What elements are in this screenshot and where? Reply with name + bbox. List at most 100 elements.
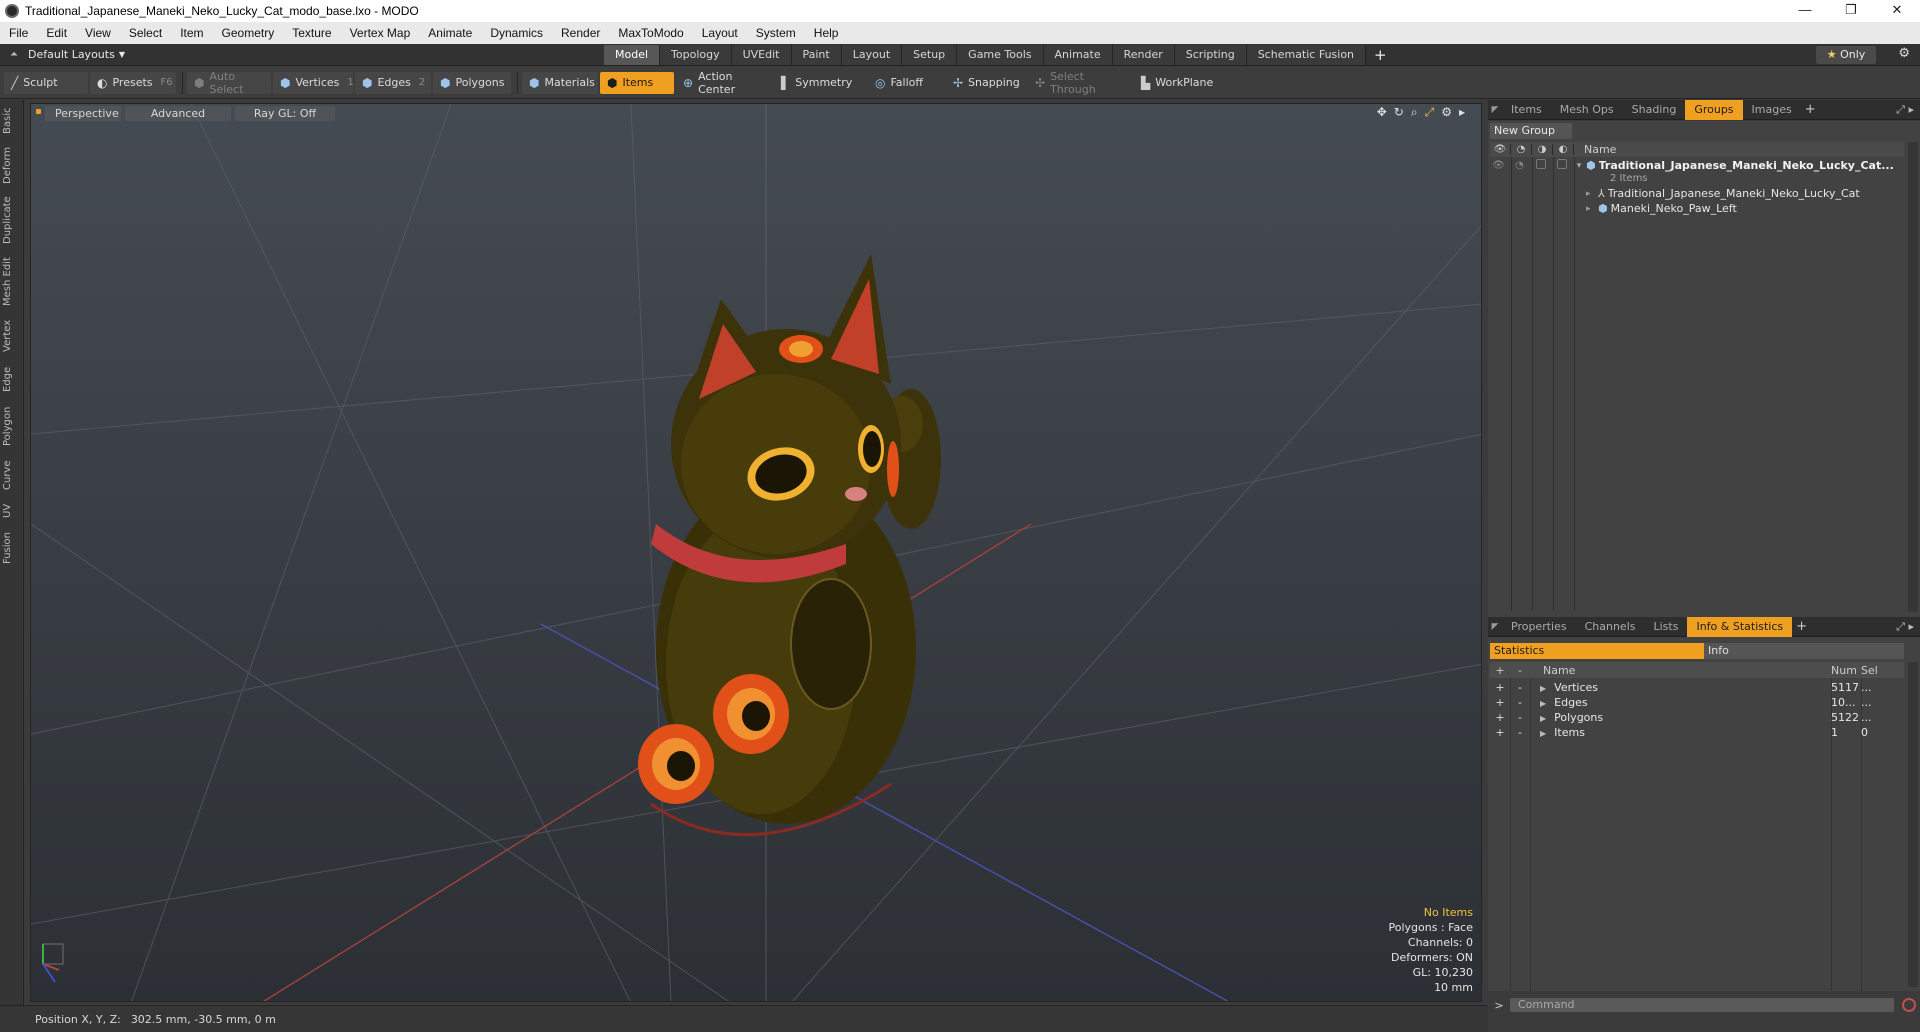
tab-groups[interactable]: Groups (1685, 99, 1743, 120)
menu-file[interactable]: File (0, 26, 37, 40)
polygons-button[interactable]: ⬢ Polygons (433, 71, 511, 94)
add-icon[interactable]: + (1490, 696, 1510, 709)
select-checkbox[interactable] (1551, 159, 1572, 172)
vtab-fusion[interactable]: Fusion (2, 528, 22, 568)
close-button[interactable]: ✕ (1874, 0, 1920, 22)
remove-icon[interactable]: - (1510, 696, 1530, 709)
fit-view-icon[interactable]: ⤢ (1425, 105, 1435, 120)
subtab-info[interactable]: Info (1704, 643, 1904, 659)
vtab-uv[interactable]: UV (2, 500, 22, 522)
expand-arrow-icon[interactable]: ▶ (1540, 729, 1546, 738)
add-icon[interactable]: + (1490, 681, 1510, 694)
group-child-row[interactable]: ▸ ⅄ Traditional_Japanese_Maneki_Neko_Luc… (1488, 187, 1902, 200)
add-tab-icon[interactable]: + (1792, 617, 1811, 637)
expand-panel-icon[interactable]: ⤢ ▸ (1896, 103, 1914, 117)
menu-select[interactable]: Select (120, 26, 171, 40)
falloff-button[interactable]: ◎ Falloff (868, 72, 944, 94)
stat-row-vertices[interactable]: + - ▶ Vertices 5117 ... (1490, 680, 1904, 695)
vtab-duplicate[interactable]: Duplicate (2, 192, 22, 248)
menu-system[interactable]: System (747, 26, 805, 40)
menu-layout[interactable]: Layout (693, 26, 747, 40)
add-tab-icon[interactable]: + (1801, 100, 1820, 120)
action-center-button[interactable]: ⊕ Action Center (676, 70, 772, 96)
subtab-statistics[interactable]: Statistics (1490, 643, 1704, 659)
maneki-neko-model[interactable] (638, 254, 941, 837)
remove-icon[interactable]: - (1510, 711, 1530, 724)
vtab-deform[interactable]: Deform (2, 144, 22, 186)
tab-mesh-ops[interactable]: Mesh Ops (1551, 100, 1623, 120)
stat-row-polygons[interactable]: + - ▶ Polygons 5122 ... (1490, 710, 1904, 725)
auto-select-button[interactable]: ⬢ Auto Select (187, 70, 271, 96)
raygl-toggle[interactable]: Ray GL: Off (235, 105, 335, 121)
symmetry-button[interactable]: ▌ Symmetry (774, 72, 866, 94)
tab-layout[interactable]: Layout (841, 45, 903, 65)
menu-vertex-map[interactable]: Vertex Map (341, 26, 420, 40)
statistics-scrollbar[interactable] (1908, 662, 1918, 987)
vtab-edge[interactable]: Edge (2, 362, 22, 396)
expand-arrow-icon[interactable]: ▶ (1540, 714, 1546, 723)
expand-arrow-icon[interactable]: ▶ (1540, 699, 1546, 708)
group-row[interactable]: 👁 ◔ ▾ ⬢ Traditional_Japanese_Maneki_Neko… (1488, 159, 1902, 172)
tab-model[interactable]: Model (604, 45, 661, 65)
add-icon[interactable]: + (1490, 711, 1510, 724)
tab-images[interactable]: Images (1743, 100, 1801, 120)
vtab-curve[interactable]: Curve (2, 456, 22, 494)
workplane-button[interactable]: ▙ WorkPlane (1134, 72, 1218, 94)
tab-render[interactable]: Render (1112, 45, 1175, 65)
gear-icon[interactable]: ⚙ (1898, 46, 1910, 61)
pin-icon[interactable]: ◤ (1488, 105, 1502, 115)
tab-shading[interactable]: Shading (1623, 100, 1686, 120)
tab-items[interactable]: Items (1502, 100, 1551, 120)
vtab-mesh-edit[interactable]: Mesh Edit (2, 254, 22, 310)
menu-view[interactable]: View (76, 26, 120, 40)
menu-animate[interactable]: Animate (419, 26, 481, 40)
maximize-button[interactable]: ❐ (1828, 0, 1874, 22)
presets-button[interactable]: ◐ Presets F6 (90, 71, 176, 94)
tab-game-tools[interactable]: Game Tools (957, 45, 1044, 65)
tab-lists[interactable]: Lists (1645, 617, 1688, 637)
command-history-icon[interactable] (1902, 998, 1916, 1012)
tab-topology[interactable]: Topology (660, 45, 732, 65)
remove-icon[interactable]: - (1510, 681, 1530, 694)
expand-panel-icon[interactable]: ⤢ ▸ (1896, 620, 1914, 634)
stat-row-edges[interactable]: + - ▶ Edges 10... ... (1490, 695, 1904, 710)
vtab-basic[interactable]: Basic (2, 104, 22, 138)
menu-maxtomodo[interactable]: MaxToModo (609, 26, 692, 40)
group-child-row[interactable]: ▸ ⬢ Maneki_Neko_Paw_Left (1488, 202, 1902, 215)
pin-icon[interactable]: ◤ (1488, 622, 1502, 632)
viewport-settings-icon[interactable]: ⚙ (1441, 105, 1452, 120)
viewport-menu-arrow-icon[interactable]: ▸ (1459, 105, 1465, 120)
view-mode-dropdown[interactable]: Perspective (45, 105, 121, 121)
pan-icon[interactable]: ✥ (1377, 105, 1387, 120)
3d-viewport[interactable]: Perspective Advanced Ray GL: Off ✥ ↻ ⌕ ⤢… (30, 103, 1482, 1002)
render-icon[interactable]: ◔ (1509, 160, 1530, 171)
tab-scripting[interactable]: Scripting (1174, 45, 1247, 65)
layout-dropdown[interactable]: ⏶ Default Layouts ▼ (0, 48, 125, 61)
menu-item[interactable]: Item (171, 26, 212, 40)
tab-properties[interactable]: Properties (1502, 617, 1576, 637)
edges-button[interactable]: ⬢ Edges 2 (355, 71, 431, 94)
menu-help[interactable]: Help (805, 26, 848, 40)
menu-edit[interactable]: Edit (37, 26, 76, 40)
menu-dynamics[interactable]: Dynamics (481, 26, 552, 40)
vertices-button[interactable]: ⬢ Vertices 1 (273, 71, 354, 94)
shading-mode-dropdown[interactable]: Advanced (125, 105, 231, 121)
tab-paint[interactable]: Paint (791, 45, 842, 65)
zoom-icon[interactable]: ⌕ (1411, 105, 1418, 120)
expand-arrow-icon[interactable]: ▶ (1540, 684, 1546, 693)
menu-texture[interactable]: Texture (283, 26, 340, 40)
add-tab-icon[interactable]: + (1366, 45, 1395, 65)
tab-animate[interactable]: Animate (1043, 45, 1113, 65)
collapse-all-icon[interactable]: - (1510, 664, 1530, 677)
collapse-arrow-icon[interactable]: ▾ (1572, 161, 1586, 171)
command-input[interactable]: Command (1510, 998, 1894, 1012)
groups-scrollbar[interactable] (1908, 142, 1918, 612)
remove-icon[interactable]: - (1510, 726, 1530, 739)
materials-button[interactable]: ⬢ Materials (522, 71, 598, 94)
collapse-up-icon[interactable]: ⏶ (0, 49, 28, 60)
eye-icon[interactable]: 👁 (1488, 160, 1509, 171)
add-icon[interactable]: + (1490, 726, 1510, 739)
tab-channels[interactable]: Channels (1576, 617, 1645, 637)
menu-render[interactable]: Render (552, 26, 609, 40)
tab-schematic-fusion[interactable]: Schematic Fusion (1246, 45, 1367, 65)
